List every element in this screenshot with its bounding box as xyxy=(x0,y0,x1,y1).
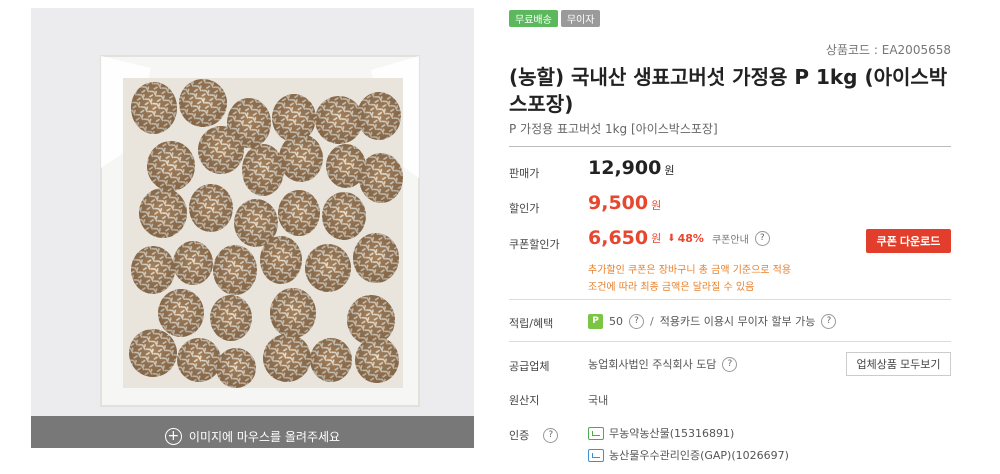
supplier-all-products-button[interactable]: 업체상품 모두보기 xyxy=(846,352,951,376)
badge-list: 무료배송 무이자 xyxy=(509,10,601,27)
certification-text: 무농약농산물(15316891) xyxy=(609,427,735,440)
organic-cert-icon xyxy=(588,426,604,440)
interest-free-badge: 무이자 xyxy=(560,10,601,27)
certification-help-icon[interactable]: ? xyxy=(543,427,559,443)
benefits-label: 적립/혜택 xyxy=(509,317,554,330)
product-photo xyxy=(31,8,474,448)
free-shipping-badge: 무료배송 xyxy=(509,10,558,27)
certification-label-row: 인증 ? xyxy=(509,427,559,443)
coupon-info-link[interactable]: 쿠폰안내 xyxy=(712,231,749,246)
divider xyxy=(509,146,951,147)
sale-price-unit: 원 xyxy=(664,164,675,177)
supplier-label: 공급업체 xyxy=(509,360,550,373)
down-arrow-icon: ⬇ xyxy=(667,232,676,244)
image-hover-hint-text: 이미지에 마우스를 올려주세요 xyxy=(188,429,341,444)
discount-price-row: 9,500 원 xyxy=(588,192,661,214)
coupon-help-icon[interactable]: ? xyxy=(754,230,770,246)
supplier-row: 농업회사법인 주식회사 도담 ? xyxy=(588,356,738,372)
coupon-price-unit: 원 xyxy=(651,232,662,245)
coupon-download-button[interactable]: 쿠폰 다운로드 xyxy=(866,229,951,253)
coupon-discount-rate: 48% xyxy=(677,231,704,245)
discount-price-unit: 원 xyxy=(651,199,662,212)
product-info-panel: 무료배송 무이자 상품코드 : EA2005658 (농할) 국내산 생표고버섯… xyxy=(509,0,951,474)
certification-label: 인증 xyxy=(509,429,530,442)
divider xyxy=(509,341,951,342)
image-hover-hint-bar: + 이미지에 마우스를 올려주세요 xyxy=(31,416,474,448)
origin-label: 원산지 xyxy=(509,394,540,407)
certification-text: 농산물우수관리인증(GAP)(1026697) xyxy=(609,449,789,462)
certification-item: 농산물우수관리인증(GAP)(1026697) xyxy=(588,447,789,463)
discount-price-label: 할인가 xyxy=(509,202,540,215)
product-image-panel[interactable]: + 이미지에 마우스를 올려주세요 xyxy=(31,8,474,448)
gap-cert-icon xyxy=(588,448,604,462)
benefits-row: P 50 ? / 적용카드 이용시 무이자 할부 가능 ? xyxy=(588,313,837,329)
coupon-price-row: 6,650 원 ⬇ 48% 쿠폰안내 ? xyxy=(588,227,770,249)
discount-price: 9,500 xyxy=(588,192,649,214)
coupon-price: 6,650 xyxy=(588,227,649,249)
product-title: (농할) 국내산 생표고버섯 가정용 P 1kg (아이스박스포장) xyxy=(509,65,948,116)
separator: / xyxy=(650,314,654,328)
plus-circle-icon: + xyxy=(164,427,182,445)
sale-price: 12,900 xyxy=(588,157,662,179)
points-icon: P xyxy=(588,313,603,329)
origin-value: 국내 xyxy=(588,394,609,407)
coupon-note-line2: 조건에 따라 최종 금액은 달라질 수 있음 xyxy=(588,282,755,293)
product-subtitle: P 가정용 표고버섯 1kg [아이스박스포장] xyxy=(509,122,718,136)
points-help-icon[interactable]: ? xyxy=(629,313,644,329)
supplier-help-icon[interactable]: ? xyxy=(722,356,738,372)
divider xyxy=(509,299,951,300)
sale-price-label: 판매가 xyxy=(509,167,540,180)
card-installment-text: 적용카드 이용시 무이자 할부 가능 xyxy=(659,315,816,328)
sale-price-row: 12,900 원 xyxy=(588,157,674,179)
supplier-name: 농업회사법인 주식회사 도담 xyxy=(588,358,717,371)
coupon-note-line1: 추가할인 쿠폰은 장바구니 총 금액 기준으로 적용 xyxy=(588,265,792,276)
coupon-price-label: 쿠폰할인가 xyxy=(509,238,560,251)
card-help-icon[interactable]: ? xyxy=(821,313,837,329)
points-value: 50 xyxy=(609,314,623,328)
certification-item: 무농약농산물(15316891) xyxy=(588,425,734,441)
product-code: 상품코드 : EA2005658 xyxy=(825,43,951,57)
